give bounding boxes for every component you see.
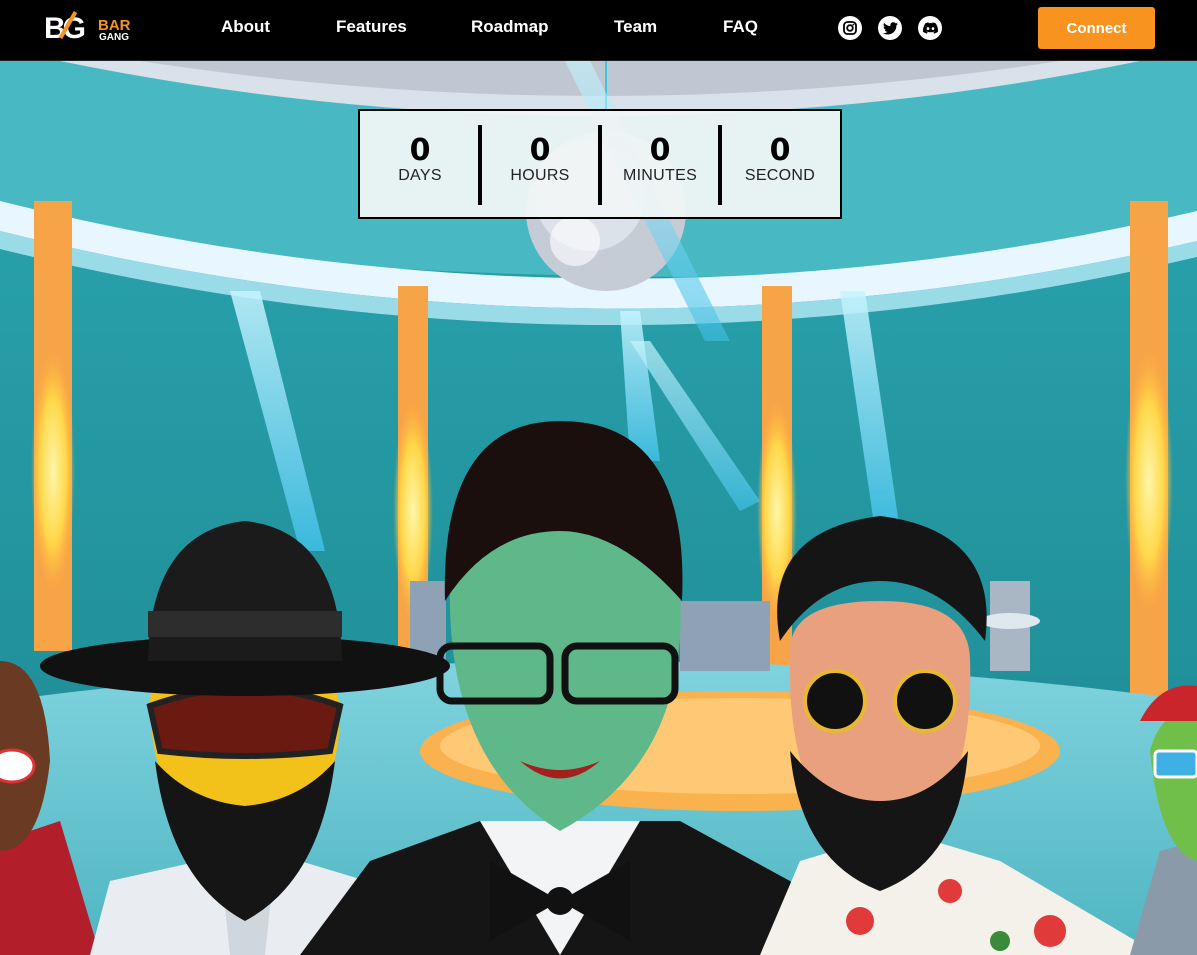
countdown-timer: 0 DAYS 0 HOURS 0 MINUTES 0 SECOND [358,109,842,219]
instagram-icon[interactable] [838,16,862,40]
countdown-seconds: 0 SECOND [718,111,840,217]
countdown-hours: 0 HOURS [478,111,600,217]
countdown-days-value: 0 [409,133,431,168]
logo-gang-text: GANG [99,32,129,43]
countdown-minutes-value: 0 [649,133,671,168]
bar-gang-logo[interactable]: BG BAR GANG [44,10,136,50]
countdown-minutes: 0 MINUTES [598,111,720,217]
countdown-seconds-value: 0 [769,133,791,168]
twitter-icon[interactable] [878,16,902,40]
light-pillar [31,201,75,651]
nav-link-faq[interactable]: FAQ [723,17,758,37]
top-navbar: BG BAR GANG About Features Roadmap Team … [0,0,1197,61]
light-pillar [1125,201,1173,741]
nav-link-roadmap[interactable]: Roadmap [471,17,548,37]
countdown-hours-value: 0 [529,133,551,168]
countdown-days-label: DAYS [398,167,442,184]
countdown-minutes-label: MINUTES [622,167,698,184]
countdown-hours-label: HOURS [510,167,570,184]
nav-link-features[interactable]: Features [336,17,407,37]
nav-link-about[interactable]: About [221,17,270,37]
discord-icon[interactable] [918,16,942,40]
logo-bar-text: BAR [98,17,131,34]
countdown-seconds-label: SECOND [744,167,816,184]
countdown-days: 0 DAYS [360,111,480,217]
nav-link-team[interactable]: Team [614,17,657,37]
connect-button[interactable]: Connect [1038,7,1155,49]
